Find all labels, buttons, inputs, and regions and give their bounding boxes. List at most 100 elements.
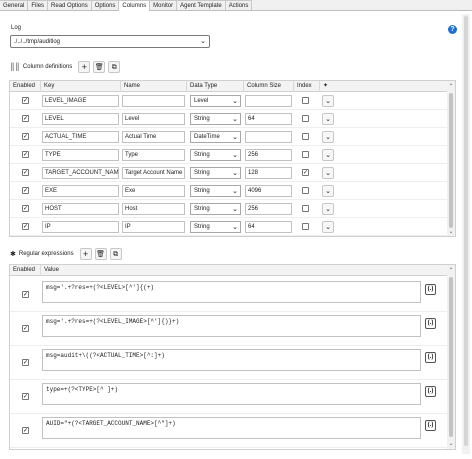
scrollbar-thumb[interactable] bbox=[449, 277, 453, 437]
regex-grid-scrollbar[interactable]: ⌃ ⌄ bbox=[447, 265, 455, 449]
key-field[interactable]: TARGET_ACCOUNT_NAME bbox=[42, 167, 119, 179]
tab-monitor[interactable]: Monitor bbox=[149, 0, 178, 10]
index-checkbox[interactable] bbox=[302, 187, 309, 194]
data-type-select[interactable]: String ⌄ bbox=[190, 149, 241, 161]
copy-regex-button[interactable]: ⧉ bbox=[109, 248, 122, 260]
enabled-checkbox[interactable]: ✓ bbox=[22, 393, 29, 400]
add-regex-button[interactable]: + bbox=[79, 248, 92, 260]
name-field[interactable]: Host bbox=[122, 203, 185, 215]
regex-test-button[interactable]: (.) bbox=[425, 318, 436, 329]
row-action-dropdown[interactable]: ⌄ bbox=[322, 167, 334, 179]
data-type-select[interactable]: String ⌄ bbox=[190, 203, 241, 215]
scroll-down-icon[interactable]: ⌄ bbox=[447, 228, 455, 235]
row-action-dropdown[interactable]: ⌄ bbox=[322, 95, 334, 107]
column-size-field[interactable]: 256 bbox=[245, 149, 292, 161]
enabled-checkbox[interactable]: ✓ bbox=[22, 359, 29, 366]
key-field[interactable]: HOST bbox=[42, 203, 119, 215]
enabled-checkbox[interactable]: ✓ bbox=[22, 133, 29, 140]
index-checkbox[interactable] bbox=[302, 223, 309, 230]
row-action-dropdown[interactable]: ⌄ bbox=[322, 131, 334, 143]
regex-row: ✓ msg='.+?res=+(?<LEVEL_IMAGE>[^']{)}+) (.… bbox=[10, 312, 447, 346]
data-type-select[interactable]: String ⌄ bbox=[190, 221, 241, 233]
scroll-up-icon[interactable]: ⌃ bbox=[447, 83, 455, 90]
regex-value-field[interactable]: msg='.+?res=+(?<LEVEL_IMAGE>[^']{)}+) bbox=[42, 315, 421, 337]
column-size-field[interactable] bbox=[245, 131, 292, 143]
help-icon[interactable]: ? bbox=[448, 25, 457, 34]
row-action-dropdown[interactable]: ⌄ bbox=[322, 113, 334, 125]
enabled-checkbox[interactable]: ✓ bbox=[22, 115, 29, 122]
index-checkbox[interactable] bbox=[302, 151, 309, 158]
name-field[interactable]: Level bbox=[122, 113, 185, 125]
column-grid-scrollbar[interactable]: ⌃ ⌄ bbox=[447, 81, 455, 236]
column-size-field[interactable]: 256 bbox=[245, 203, 292, 215]
enabled-checkbox[interactable]: ✓ bbox=[22, 169, 29, 176]
index-checkbox[interactable]: ✓ bbox=[302, 169, 309, 176]
data-type-select[interactable]: Level ⌄ bbox=[190, 95, 241, 107]
page-scrollbar-thumb[interactable] bbox=[464, 16, 468, 446]
scroll-up-icon[interactable]: ⌃ bbox=[447, 267, 455, 274]
tab-options[interactable]: Options bbox=[90, 0, 120, 10]
key-field[interactable]: IP bbox=[42, 221, 119, 233]
tab-general[interactable]: General bbox=[0, 0, 29, 10]
column-size-field[interactable] bbox=[245, 95, 292, 107]
name-field[interactable] bbox=[122, 95, 185, 107]
data-type-select[interactable]: String ⌄ bbox=[190, 113, 241, 125]
enabled-checkbox[interactable]: ✓ bbox=[22, 205, 29, 212]
column-size-field[interactable]: 64 bbox=[245, 113, 292, 125]
tab-read-options[interactable]: Read Options bbox=[47, 0, 92, 10]
log-select[interactable]: ./../../tmp/auditlog ⌄ bbox=[10, 35, 210, 48]
page-scrollbar[interactable] bbox=[462, 14, 470, 454]
enabled-checkbox[interactable]: ✓ bbox=[22, 223, 29, 230]
enabled-checkbox[interactable]: ✓ bbox=[22, 187, 29, 194]
enabled-checkbox[interactable]: ✓ bbox=[22, 291, 29, 298]
copy-column-button[interactable]: ⧉ bbox=[108, 61, 121, 73]
data-type-select[interactable]: String ⌄ bbox=[190, 167, 241, 179]
data-type-select[interactable]: DateTime ⌄ bbox=[190, 131, 241, 143]
regex-test-button[interactable]: (.) bbox=[425, 352, 436, 363]
name-field[interactable]: IP bbox=[122, 221, 185, 233]
regex-test-button[interactable]: (.) bbox=[425, 420, 436, 431]
col-header-action: ✦ bbox=[323, 83, 329, 89]
scroll-down-icon[interactable]: ⌄ bbox=[447, 440, 455, 447]
key-field[interactable]: ACTUAL_TIME bbox=[42, 131, 119, 143]
data-type-select[interactable]: String ⌄ bbox=[190, 185, 241, 197]
regex-value-field[interactable]: msg='.+?res=+(?<LEVEL>[^']{(+) bbox=[42, 281, 421, 303]
regex-value-field[interactable]: type=+(?<TYPE>[^ ]+) bbox=[42, 383, 421, 405]
column-size-field[interactable]: 128 bbox=[245, 167, 292, 179]
key-field[interactable]: LEVEL bbox=[42, 113, 119, 125]
scrollbar-thumb[interactable] bbox=[449, 93, 453, 228]
name-field[interactable]: Type bbox=[122, 149, 185, 161]
key-field[interactable]: EXE bbox=[42, 185, 119, 197]
enabled-checkbox[interactable]: ✓ bbox=[22, 97, 29, 104]
enabled-checkbox[interactable]: ✓ bbox=[22, 325, 29, 332]
index-checkbox[interactable] bbox=[302, 205, 309, 212]
regex-test-button[interactable]: (.) bbox=[425, 284, 436, 295]
row-action-dropdown[interactable]: ⌄ bbox=[322, 149, 334, 161]
tab-columns[interactable]: Columns bbox=[118, 0, 151, 11]
index-checkbox[interactable] bbox=[302, 97, 309, 104]
key-field[interactable]: LEVEL_IMAGE bbox=[42, 95, 119, 107]
tab-agent-template[interactable]: Agent Template bbox=[176, 0, 226, 10]
delete-column-button[interactable]: 🗑 bbox=[93, 61, 106, 73]
key-field[interactable]: TYPE bbox=[42, 149, 119, 161]
row-action-dropdown[interactable]: ⌄ bbox=[322, 185, 334, 197]
tab-actions[interactable]: Actions bbox=[224, 0, 253, 10]
add-column-button[interactable]: + bbox=[78, 61, 91, 73]
name-field[interactable]: Target Account Name bbox=[122, 167, 185, 179]
regex-value-field[interactable]: AUID="+(?<TARGET_ACCOUNT_NAME>[^"]+) bbox=[42, 417, 421, 439]
chevron-down-icon: ⌄ bbox=[232, 206, 238, 213]
index-checkbox[interactable] bbox=[302, 133, 309, 140]
enabled-checkbox[interactable]: ✓ bbox=[22, 151, 29, 158]
row-action-dropdown[interactable]: ⌄ bbox=[322, 203, 334, 215]
tab-files[interactable]: Files bbox=[27, 0, 49, 10]
index-checkbox[interactable] bbox=[302, 115, 309, 122]
enabled-checkbox[interactable]: ✓ bbox=[22, 427, 29, 434]
column-size-field[interactable]: 4096 bbox=[245, 185, 292, 197]
column-size-field[interactable]: 64 bbox=[245, 221, 292, 233]
delete-regex-button[interactable]: 🗑 bbox=[94, 248, 107, 260]
regex-value-field[interactable]: msg=audit+\((?<ACTUAL_TIME>[^:]+) bbox=[42, 349, 421, 371]
name-field[interactable]: Actual Time bbox=[122, 131, 185, 143]
name-field[interactable]: Exe bbox=[122, 185, 185, 197]
row-action-dropdown[interactable]: ⌄ bbox=[322, 221, 334, 233]
regex-test-button[interactable]: (.) bbox=[425, 386, 436, 397]
